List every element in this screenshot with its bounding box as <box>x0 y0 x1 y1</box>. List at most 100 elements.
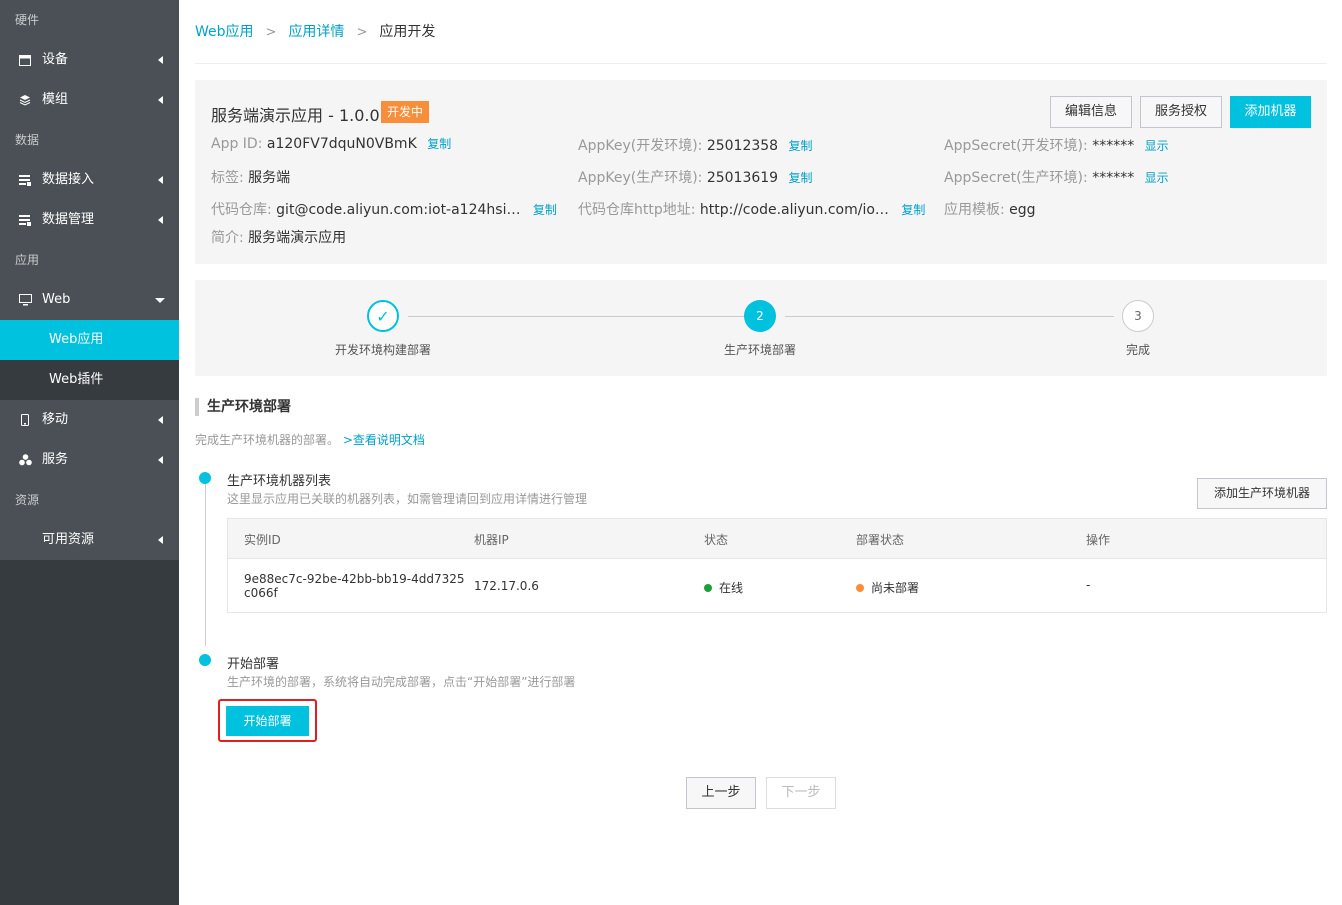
table-header: 实例ID 机器IP 状态 部署状态 操作 <box>228 519 1326 559</box>
caret-left-icon <box>158 216 163 224</box>
sidebar-item-data-manage[interactable]: 数据管理 <box>0 200 179 240</box>
secret-dev-value: ****** <box>1092 138 1135 154</box>
caret-left-icon <box>158 416 163 424</box>
sidebar-item-label: Web <box>42 292 71 307</box>
instance-id-line: 9e88ec7c-92be-42bb-bb19-4dd7325 <box>244 572 465 586</box>
secret-prod-field: AppSecret(生产环境): ****** 显示 <box>944 167 1169 187</box>
deploy-description: 生产环境的部署，系统将自动完成部署，点击“开始部署”进行部署 <box>227 675 576 689</box>
start-deploy-button[interactable]: 开始部署 <box>226 706 309 736</box>
status-text: 在线 <box>719 581 744 595</box>
machine-table: 实例ID 机器IP 状态 部署状态 操作 9e88ec7c-92be-42bb-… <box>227 518 1327 613</box>
breadcrumb-web-app[interactable]: Web应用 <box>195 24 254 40</box>
add-prod-machine-button[interactable]: 添加生产环境机器 <box>1197 478 1327 509</box>
edit-info-button[interactable]: 编辑信息 <box>1050 96 1132 128</box>
sidebar-section-hardware: 硬件 <box>15 13 40 27</box>
prev-step-button[interactable]: 上一步 <box>686 777 756 809</box>
caret-left-icon <box>158 56 163 64</box>
copy-repo-http-link[interactable]: 复制 <box>901 203 925 217</box>
secret-prod-value: ****** <box>1092 170 1135 186</box>
table-row: 9e88ec7c-92be-42bb-bb19-4dd7325 c066f 17… <box>228 559 1326 613</box>
ip-cell: 172.17.0.6 <box>474 579 539 593</box>
breadcrumb-current: 应用开发 <box>379 24 436 40</box>
sidebar-item-available-resource[interactable]: 可用资源 <box>0 520 179 560</box>
sidebar-section-data: 数据 <box>15 133 40 147</box>
caret-left-icon <box>158 96 163 104</box>
sidebar-item-label: 模组 <box>42 92 69 107</box>
show-secret-prod-link[interactable]: 显示 <box>1145 171 1169 185</box>
section-description: 完成生产环境机器的部署。 >查看说明文档 <box>195 431 425 448</box>
appkey-prod-field: AppKey(生产环境): 25013619 复制 <box>578 167 813 187</box>
sidebar-item-label: 数据接入 <box>42 172 95 187</box>
step-3-label: 完成 <box>1125 343 1151 357</box>
field-label: 简介: <box>211 230 244 246</box>
field-label: App ID: <box>211 136 263 152</box>
tag-value: 服务端 <box>248 170 291 186</box>
breadcrumb-separator: > <box>356 25 368 40</box>
deploy-title: 开始部署 <box>227 657 280 672</box>
field-label: AppSecret(开发环境): <box>944 138 1088 154</box>
mobile-icon <box>18 400 32 440</box>
sidebar-item-web-plugin[interactable]: Web插件 <box>0 360 179 400</box>
sidebar-item-device[interactable]: 设备 <box>0 40 179 80</box>
sidebar-item-label: 设备 <box>42 52 69 67</box>
sidebar-item-web[interactable]: Web <box>0 280 179 320</box>
field-label: 代码仓库: <box>211 202 272 218</box>
appkey-prod-value: 25013619 <box>706 170 779 186</box>
app-info-panel: 服务端演示应用 - 1.0.0 开发中 编辑信息 服务授权 添加机器 App I… <box>195 80 1327 264</box>
view-docs-link[interactable]: >查看说明文档 <box>343 433 425 447</box>
caret-left-icon <box>158 176 163 184</box>
caret-left-icon <box>158 456 163 464</box>
pending-status-dot <box>856 584 864 592</box>
repo-field: 代码仓库: git@code.aliyun.com:iot-a124hsi… 复… <box>211 199 557 219</box>
copy-appkey-dev-link[interactable]: 复制 <box>789 139 813 153</box>
column-header-instance: 实例ID <box>244 533 281 547</box>
column-header-ip: 机器IP <box>474 533 509 547</box>
sidebar-item-mobile[interactable]: 移动 <box>0 400 179 440</box>
online-status-dot <box>704 584 712 592</box>
instance-id-cell: 9e88ec7c-92be-42bb-bb19-4dd7325 c066f <box>244 572 465 600</box>
status-badge: 开发中 <box>381 101 430 123</box>
copy-repo-link[interactable]: 复制 <box>533 203 557 217</box>
sidebar-item-label: 数据管理 <box>42 212 95 227</box>
template-value: egg <box>1009 202 1036 218</box>
step-2-circle: 2 <box>744 300 776 332</box>
template-field: 应用模板: egg <box>944 199 1036 219</box>
service-auth-button[interactable]: 服务授权 <box>1140 96 1222 128</box>
field-label: 应用模板: <box>944 202 1005 218</box>
cubes-icon <box>18 440 32 480</box>
highlight-box: 开始部署 <box>218 699 317 742</box>
copy-app-id-link[interactable]: 复制 <box>427 137 451 151</box>
sidebar-item-data-access[interactable]: 数据接入 <box>0 160 179 200</box>
sidebar-item-label: 可用资源 <box>42 532 95 547</box>
data-manage-icon <box>18 200 32 240</box>
column-header-deploy-status: 部署状态 <box>856 533 905 547</box>
machine-list-title: 生产环境机器列表 <box>227 474 332 489</box>
intro-field: 简介: 服务端演示应用 <box>211 227 346 247</box>
show-secret-dev-link[interactable]: 显示 <box>1145 139 1169 153</box>
sidebar-item-label: 服务 <box>42 452 69 467</box>
status-cell: 在线 <box>704 579 743 596</box>
field-label: AppKey(开发环境): <box>578 138 703 154</box>
layers-icon <box>18 80 32 120</box>
sidebar-item-web-app[interactable]: Web应用 <box>0 320 179 360</box>
device-icon <box>18 40 32 80</box>
appkey-dev-field: AppKey(开发环境): 25012358 复制 <box>578 135 813 155</box>
next-step-button[interactable]: 下一步 <box>766 777 836 809</box>
main-content: Web应用 > 应用详情 > 应用开发 服务端演示应用 - 1.0.0 开发中 编辑信息… <box>195 0 1327 809</box>
app-id-value: a120FV7dquN0VBmK <box>266 136 417 152</box>
tag-field: 标签: 服务端 <box>211 167 290 187</box>
field-label: 标签: <box>211 170 244 186</box>
add-machine-button[interactable]: 添加机器 <box>1230 96 1311 128</box>
sidebar-nav-lower: 移动 服务 资源 可用资源 <box>0 400 179 560</box>
copy-appkey-prod-link[interactable]: 复制 <box>789 171 813 185</box>
monitor-icon <box>18 280 32 320</box>
sidebar-item-module[interactable]: 模组 <box>0 80 179 120</box>
action-cell: - <box>1086 578 1091 592</box>
sidebar-item-service[interactable]: 服务 <box>0 440 179 480</box>
appkey-dev-value: 25012358 <box>706 138 779 154</box>
app-id-field: App ID: a120FV7dquN0VBmK 复制 <box>211 135 451 152</box>
breadcrumb-app-detail[interactable]: 应用详情 <box>288 24 344 40</box>
field-label: AppSecret(生产环境): <box>944 170 1088 186</box>
caret-down-icon <box>155 298 165 303</box>
sidebar-nav: 硬件 设备 模组 数据 数据接入 数据管理 应用 Web <box>0 0 179 320</box>
